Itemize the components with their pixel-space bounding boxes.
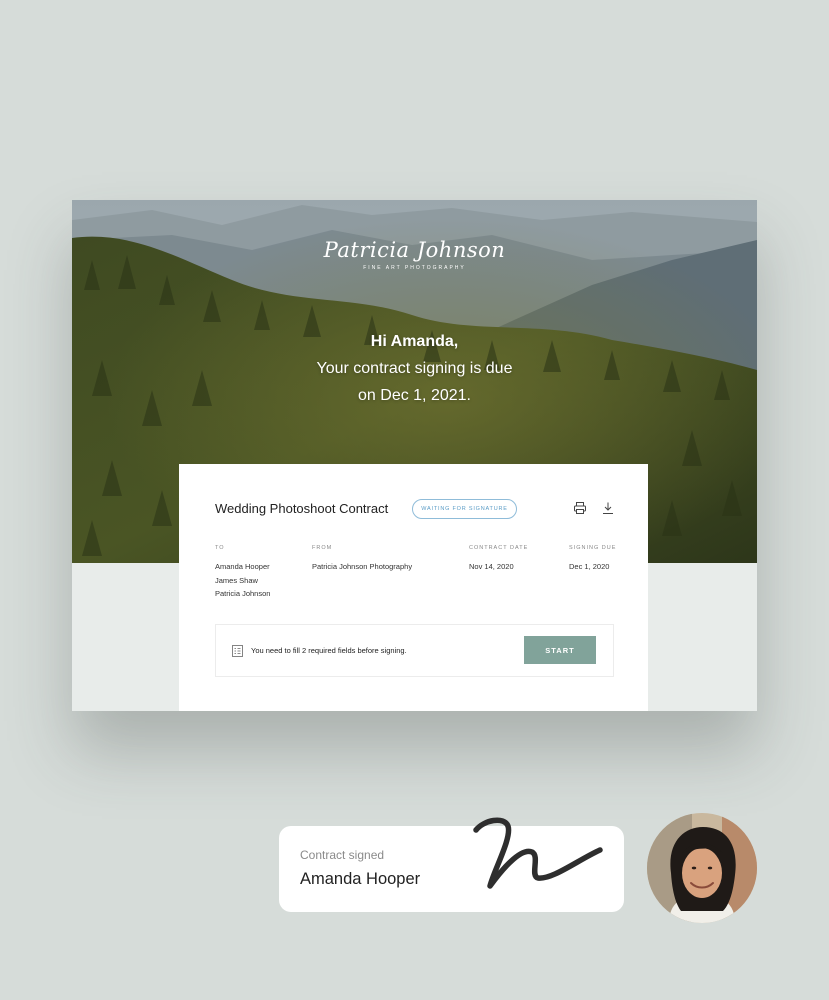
logo-script-text: Patricia Johnson: [323, 238, 506, 262]
recipient-name: James Shaw: [215, 575, 258, 585]
brand-logo: Patricia Johnson FINE ART PHOTOGRAPHY: [72, 238, 757, 271]
signature-scribble: [473, 817, 603, 889]
greeting-message: Hi Amanda, Your contract signing is due …: [72, 328, 757, 409]
signing-due-header: SIGNING DUE: [569, 545, 617, 551]
required-fields-notice: You need to fill 2 required fields befor…: [215, 624, 614, 677]
contract-date-header: CONTRACT DATE: [469, 545, 529, 551]
recipient-name: Patricia Johnson: [215, 589, 271, 598]
greeting-name: Hi Amanda,: [370, 333, 459, 350]
notice-text: You need to fill 2 required fields befor…: [251, 646, 407, 655]
print-icon[interactable]: [573, 501, 587, 515]
from-header: FROM: [312, 545, 333, 551]
contract-card: Wedding Photoshoot Contract WAITING FOR …: [179, 464, 648, 711]
signer-name: Amanda Hooper: [300, 870, 421, 888]
contract-date-value: Nov 14, 2020: [469, 562, 514, 571]
greeting-line-1: Your contract signing is due: [316, 360, 513, 377]
signing-due-value: Dec 1, 2020: [569, 562, 610, 571]
logo-subtitle: FINE ART PHOTOGRAPHY: [363, 265, 466, 271]
form-icon: [232, 645, 243, 657]
download-icon[interactable]: [601, 501, 615, 515]
avatar-photo: [647, 813, 757, 923]
signed-label: Contract signed: [300, 848, 385, 862]
avatar: [647, 813, 757, 923]
from-value: Patricia Johnson Photography: [312, 562, 413, 571]
start-button[interactable]: START: [524, 636, 596, 664]
contract-page-mockup: Patricia Johnson FINE ART PHOTOGRAPHY Hi…: [72, 200, 757, 711]
to-recipients: Amanda Hooper James Shaw Patricia Johnso…: [215, 560, 270, 601]
contract-title: Wedding Photoshoot Contract: [215, 501, 389, 516]
to-header: TO: [215, 545, 225, 551]
greeting-line-2: on Dec 1, 2021.: [358, 387, 471, 404]
status-badge: WAITING FOR SIGNATURE: [412, 499, 517, 519]
recipient-name: Amanda Hooper: [215, 562, 270, 571]
